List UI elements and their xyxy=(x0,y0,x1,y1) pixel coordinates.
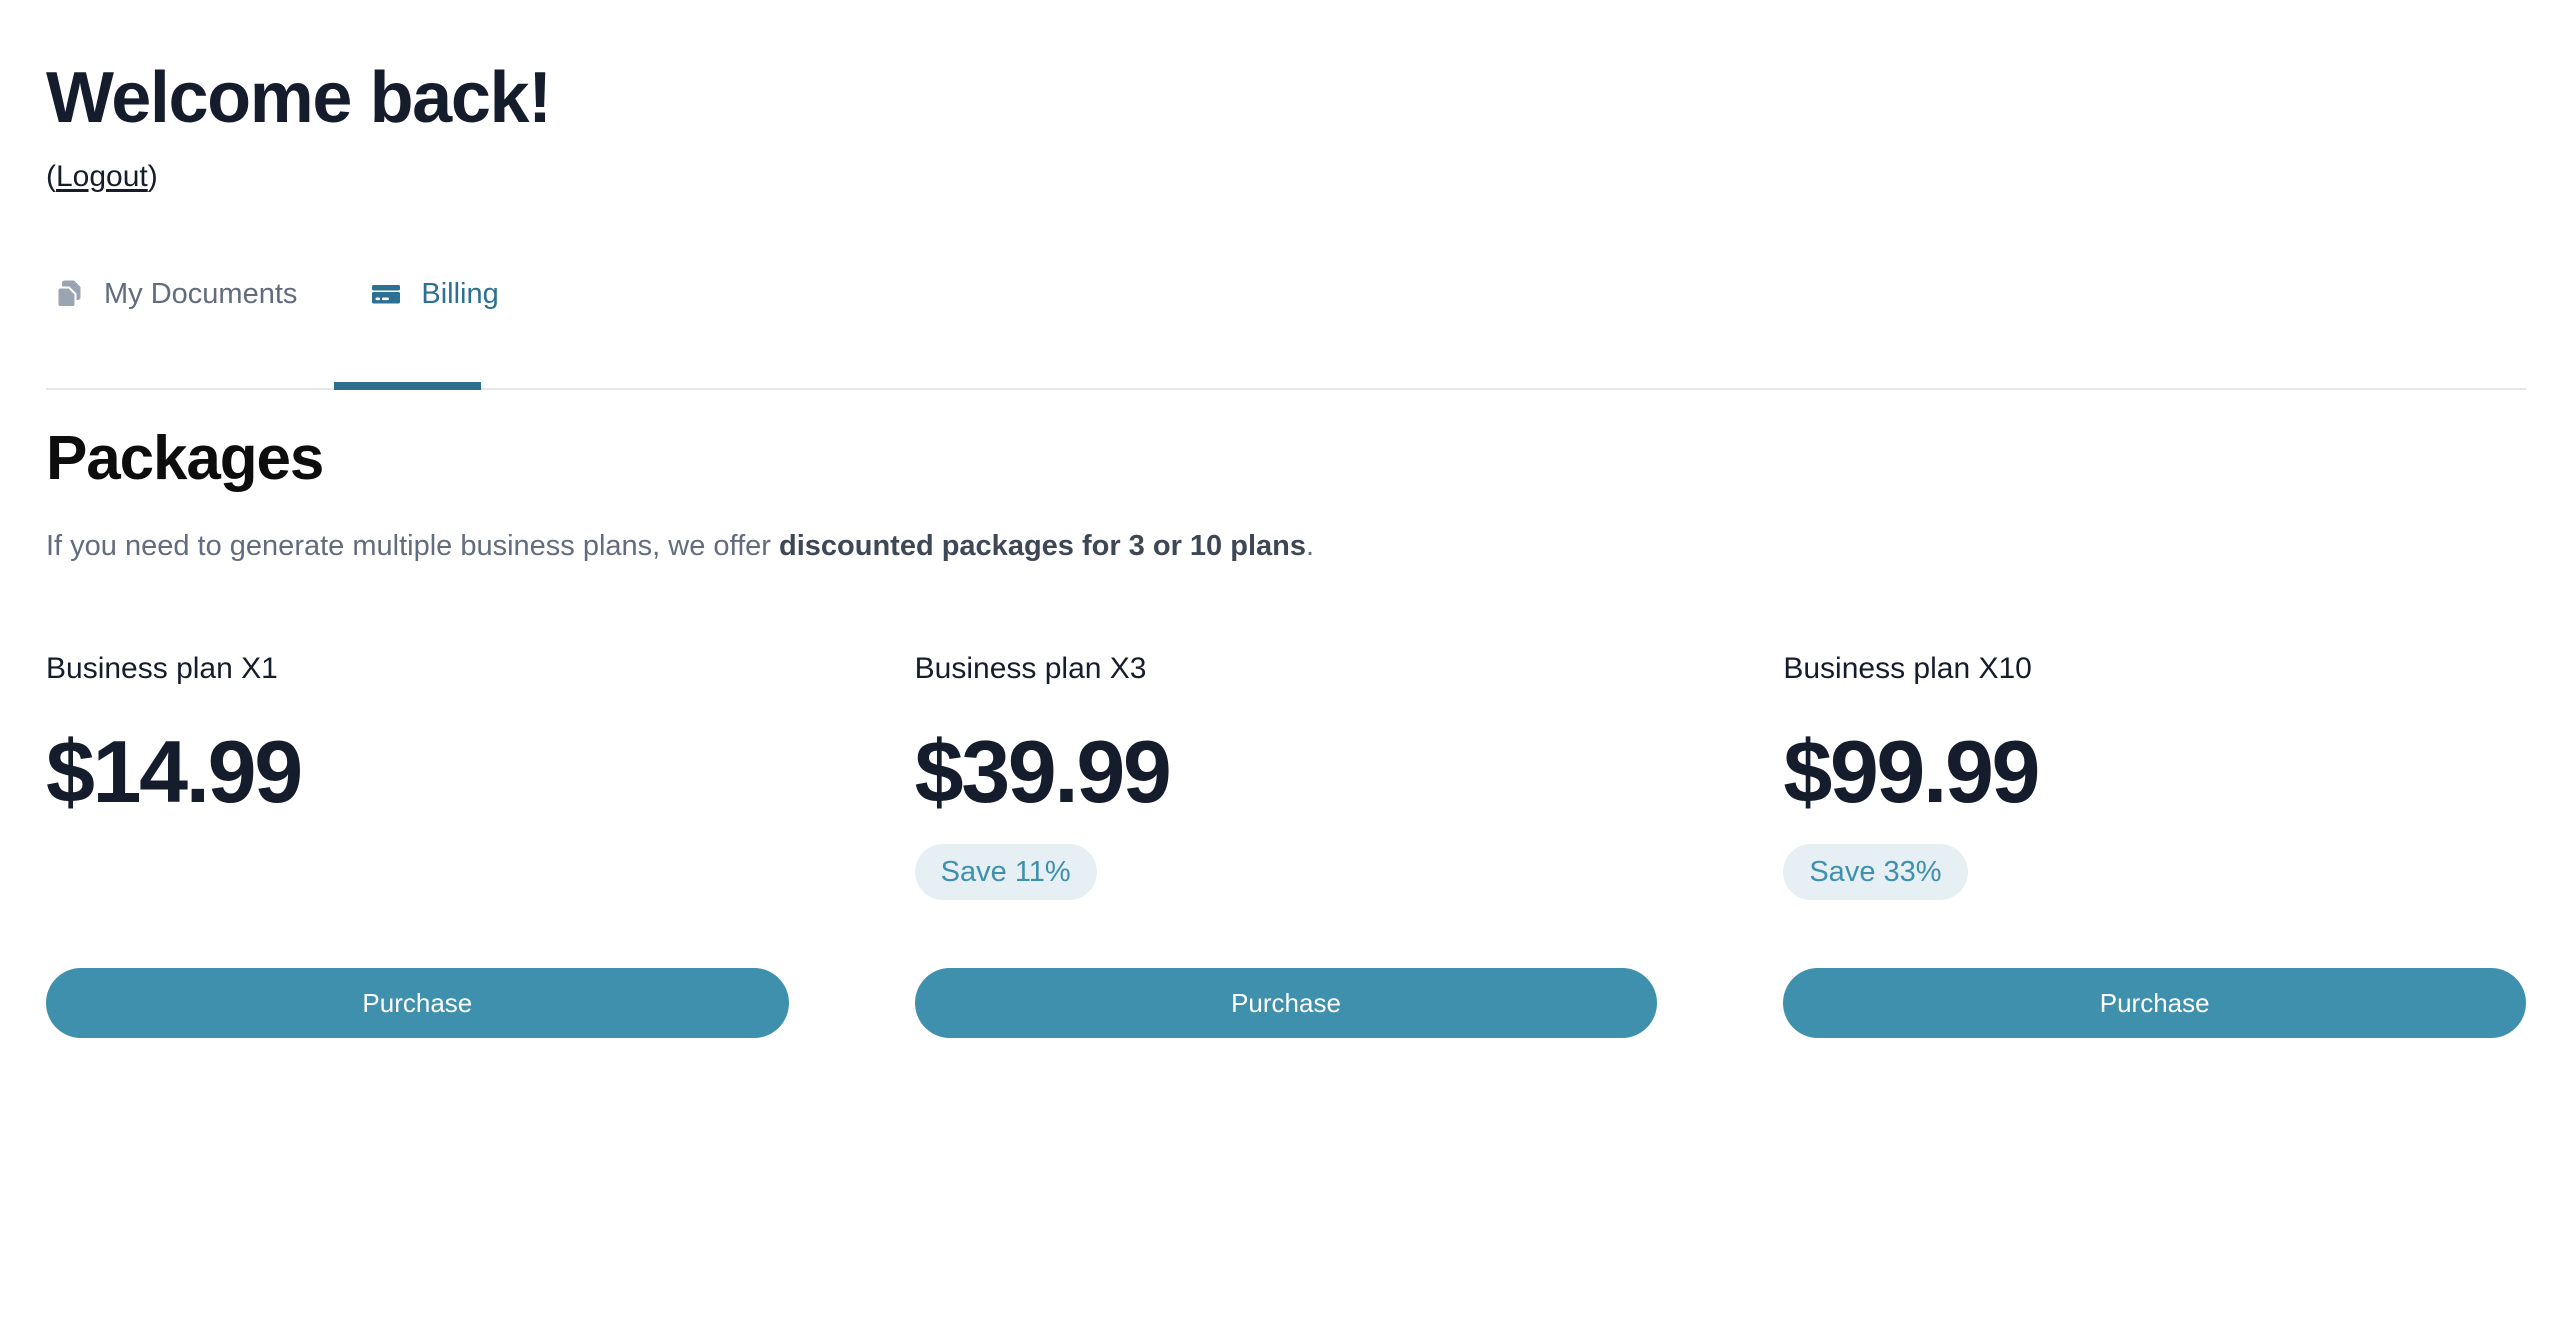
plan-name: Business plan X1 xyxy=(46,652,278,686)
plan-badge-row: Save 33% xyxy=(1783,844,2526,901)
documents-icon xyxy=(52,277,86,311)
purchase-button[interactable]: Purchase xyxy=(914,968,1658,1039)
logout-link[interactable]: Logout xyxy=(56,160,148,193)
packages-subtitle-prefix: If you need to generate multiple busines… xyxy=(46,530,779,562)
page-title: Welcome back! xyxy=(46,58,552,138)
plan-card: Business plan X3 $39.99 Save 11% Purchas… xyxy=(914,652,1658,1039)
plan-card: Business plan X1 $14.99 Purchase xyxy=(46,652,789,1039)
plan-price: $99.99 xyxy=(1783,722,2040,822)
packages-subtitle-bold: discounted packages for 3 or 10 plans xyxy=(778,530,1306,562)
tab-billing-label: Billing xyxy=(421,277,499,310)
save-badge: Save 33% xyxy=(1783,844,1968,901)
packages-title: Packages xyxy=(46,424,324,493)
save-badge: Save 11% xyxy=(914,844,1097,901)
plan-name: Business plan X3 xyxy=(914,652,1147,686)
plan-badge-row xyxy=(46,844,789,900)
packages-subtitle: If you need to generate multiple busines… xyxy=(46,490,2526,564)
packages-section: Packages If you need to generate multipl… xyxy=(46,338,2527,1039)
billing-page: Welcome back! (Logout) My Documents Bill… xyxy=(0,0,2572,1324)
plan-badge-row: Save 11% xyxy=(914,844,1658,901)
plan-name: Business plan X10 xyxy=(1783,652,2032,686)
tab-my-documents-label: My Documents xyxy=(104,277,298,310)
plan-price: $14.99 xyxy=(46,722,303,822)
plan-price: $39.99 xyxy=(914,722,1172,822)
tab-billing[interactable]: Billing xyxy=(369,250,499,338)
plan-card: Business plan X10 $99.99 Save 33% Purcha… xyxy=(1783,652,2527,1039)
packages-subtitle-suffix: . xyxy=(1305,530,1315,562)
tab-bar: My Documents Billing xyxy=(46,250,2526,338)
logout-open-paren: ( xyxy=(46,160,56,193)
logout-close-paren: ) xyxy=(147,160,158,193)
tab-my-documents[interactable]: My Documents xyxy=(52,250,297,338)
credit-card-icon xyxy=(369,277,403,311)
purchase-button[interactable]: Purchase xyxy=(46,968,789,1039)
logout-line: (Logout) xyxy=(46,162,2526,192)
purchase-button[interactable]: Purchase xyxy=(1783,968,2527,1039)
active-tab-indicator xyxy=(334,382,481,390)
plan-card-list: Business plan X1 $14.99 Purchase Busines… xyxy=(46,564,2527,1039)
